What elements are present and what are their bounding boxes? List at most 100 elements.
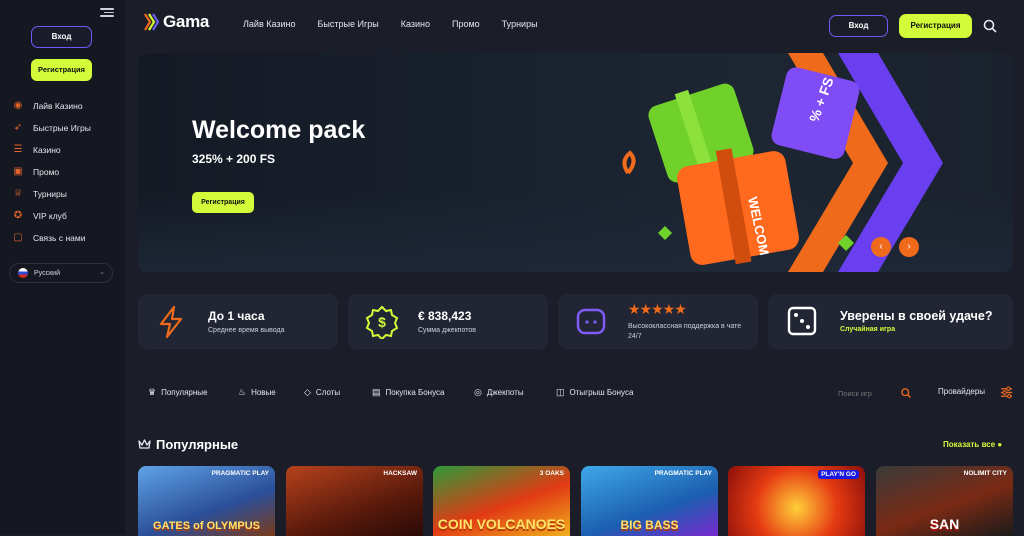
- providers-button[interactable]: Провайдеры: [938, 387, 985, 396]
- search-icon[interactable]: [900, 387, 912, 399]
- trophy-icon: ♕: [13, 188, 23, 199]
- rating-stars: ★★★★★: [628, 301, 687, 317]
- filter-sliders-icon[interactable]: [1000, 386, 1013, 399]
- game-card[interactable]: NOLIMIT CITY SAN: [876, 466, 1013, 536]
- crown-icon: ♛: [148, 387, 157, 397]
- nav-live-casino[interactable]: Лайв Казино: [243, 19, 296, 29]
- random-game-link[interactable]: Случайная игра: [840, 326, 895, 333]
- game-provider: 3 OAKS: [539, 470, 564, 477]
- sidebar-item-label: Казино: [33, 145, 61, 155]
- logo-mark-icon: [144, 13, 160, 31]
- diamond-icon: ◇: [304, 387, 311, 397]
- menu-collapse-icon[interactable]: [100, 6, 114, 20]
- game-provider: PRAGMATIC PLAY: [654, 470, 712, 477]
- game-provider: NOLIMIT CITY: [963, 470, 1007, 477]
- filter-label: Новые: [251, 388, 276, 397]
- sidebar-item-contact[interactable]: ▢ Связь с нами: [12, 227, 91, 249]
- nav-casino[interactable]: Казино: [401, 19, 430, 29]
- game-card[interactable]: 3 OAKS COIN VOLCANOES: [433, 466, 570, 536]
- game-title: COIN VOLCANOES: [437, 516, 566, 532]
- sidebar-item-label: Промо: [33, 167, 60, 177]
- sidebar-item-tournaments[interactable]: ♕ Турниры: [12, 183, 91, 205]
- banner-subtitle: 325% + 200 FS: [192, 152, 276, 166]
- game-title: GATES of OLYMPUS: [153, 520, 260, 532]
- game-title: SAN: [929, 516, 960, 532]
- banner-next-button[interactable]: ›: [899, 237, 919, 257]
- stats-row: До 1 часа Среднее время вывода $ € 838,4…: [138, 294, 1013, 349]
- sidebar-item-promo[interactable]: ▣ Промо: [12, 161, 91, 183]
- show-all-label: Показать все: [943, 440, 996, 449]
- filter-bonus-buy[interactable]: ▤ Покупка Бонуса: [372, 387, 444, 398]
- header: Gama Лайв Казино Быстрые Игры Казино Про…: [125, 0, 1024, 52]
- coins-icon: ☰: [13, 144, 23, 155]
- game-card[interactable]: HACKSAW: [286, 466, 423, 536]
- banner-title: Welcome pack: [192, 116, 366, 144]
- section-title: Популярные: [156, 437, 239, 452]
- stat-card-jackpot: $ € 838,423 Сумма джекпотов: [348, 294, 548, 349]
- crown-icon: [138, 439, 151, 449]
- game-title: BIG BASS: [620, 518, 679, 532]
- sidebar-register-button[interactable]: Регистрация: [31, 59, 92, 81]
- sidebar-login-button[interactable]: Вход: [31, 26, 92, 48]
- logo[interactable]: Gama: [144, 12, 209, 32]
- filter-bonus-wagering[interactable]: ◫ Отыгрыш Бонуса: [556, 387, 633, 398]
- bonus-icon: ◫: [556, 387, 565, 397]
- sidebar-item-label: VIP клуб: [33, 211, 67, 221]
- stat-subtitle: Высококлассная поддержка в чате 24/7: [628, 323, 742, 340]
- coin-icon: ◎: [474, 387, 482, 397]
- dice-icon: [787, 306, 817, 336]
- banner-prev-button[interactable]: ‹: [871, 237, 891, 257]
- stat-title: Уверены в своей удаче?: [840, 309, 993, 323]
- stat-card-withdrawal: До 1 часа Среднее время вывода: [138, 294, 338, 349]
- sidebar-item-label: Турниры: [33, 189, 67, 199]
- game-provider: HACKSAW: [383, 470, 417, 477]
- filter-popular[interactable]: ♛ Популярные: [148, 387, 208, 398]
- language-select[interactable]: Русский ⌄: [9, 263, 113, 283]
- nav-fast-games[interactable]: Быстрые Игры: [318, 19, 379, 29]
- dollar-badge-icon: $: [365, 305, 399, 339]
- logo-text: Gama: [163, 12, 210, 31]
- search-icon[interactable]: [982, 18, 998, 34]
- sidebar-item-casino[interactable]: ☰ Казино: [12, 139, 91, 161]
- filter-label: Популярные: [161, 388, 208, 397]
- show-all-link[interactable]: Показать все ●: [943, 440, 1002, 449]
- filter-label: Слоты: [315, 388, 341, 397]
- game-provider: PRAGMATIC PLAY: [211, 470, 269, 477]
- stat-card-random-game[interactable]: Уверены в своей удаче? Случайная игра: [768, 294, 1013, 349]
- filter-slots[interactable]: ◇ Слоты: [304, 387, 340, 398]
- stat-card-support: ★★★★★ Высококлассная поддержка в чате 24…: [558, 294, 758, 349]
- sidebar-item-label: Быстрые Игры: [33, 123, 91, 133]
- chat-bubble-icon: [576, 308, 606, 335]
- game-card[interactable]: PRAGMATIC PLAY BIG BASS: [581, 466, 718, 536]
- banner-gifts-illustration: % + FS WELCOM: [622, 53, 943, 272]
- stat-title: До 1 часа: [208, 309, 265, 323]
- cart-icon: ▤: [372, 387, 381, 397]
- stat-title: € 838,423: [418, 309, 472, 323]
- filter-jackpots[interactable]: ◎ Джекпоты: [474, 387, 524, 398]
- nav-tournaments[interactable]: Турниры: [502, 19, 538, 29]
- stat-subtitle: Среднее время вывода: [208, 327, 285, 334]
- login-button[interactable]: Вход: [829, 15, 888, 37]
- sidebar-item-vip[interactable]: ✪ VIP клуб: [12, 205, 91, 227]
- chevron-down-icon: ⌄: [99, 269, 105, 276]
- sidebar: Вход Регистрация ◉ Лайв Казино ➶ Быстрые И…: [0, 0, 125, 534]
- top-nav: Лайв Казино Быстрые Игры Казино Промо Ту…: [243, 19, 538, 29]
- game-card[interactable]: PLAY'N GO: [728, 466, 865, 536]
- filter-label: Джекпоты: [486, 388, 524, 397]
- sidebar-item-fast-games[interactable]: ➶ Быстрые Игры: [12, 117, 91, 139]
- sidebar-nav: ◉ Лайв Казино ➶ Быстрые Игры ☰ Казино ▣ Пром…: [12, 95, 91, 249]
- sidebar-item-label: Лайв Казино: [33, 101, 83, 111]
- filter-new[interactable]: ♨ Новые: [238, 387, 276, 398]
- svg-text:$: $: [378, 314, 386, 330]
- rocket-icon: ➶: [13, 122, 23, 133]
- sidebar-item-live-casino[interactable]: ◉ Лайв Казино: [12, 95, 91, 117]
- game-card[interactable]: PRAGMATIC PLAY GATES of OLYMPUS: [138, 466, 275, 536]
- stat-subtitle: Сумма джекпотов: [418, 327, 476, 334]
- nav-promo[interactable]: Промо: [452, 19, 480, 29]
- lightning-icon: [159, 305, 183, 339]
- banner-register-button[interactable]: Регистрация: [192, 192, 254, 213]
- register-button[interactable]: Регистрация: [899, 14, 972, 38]
- gift-icon: ▣: [13, 166, 23, 177]
- language-label: Русский: [34, 269, 60, 277]
- russia-flag-icon: [18, 268, 28, 278]
